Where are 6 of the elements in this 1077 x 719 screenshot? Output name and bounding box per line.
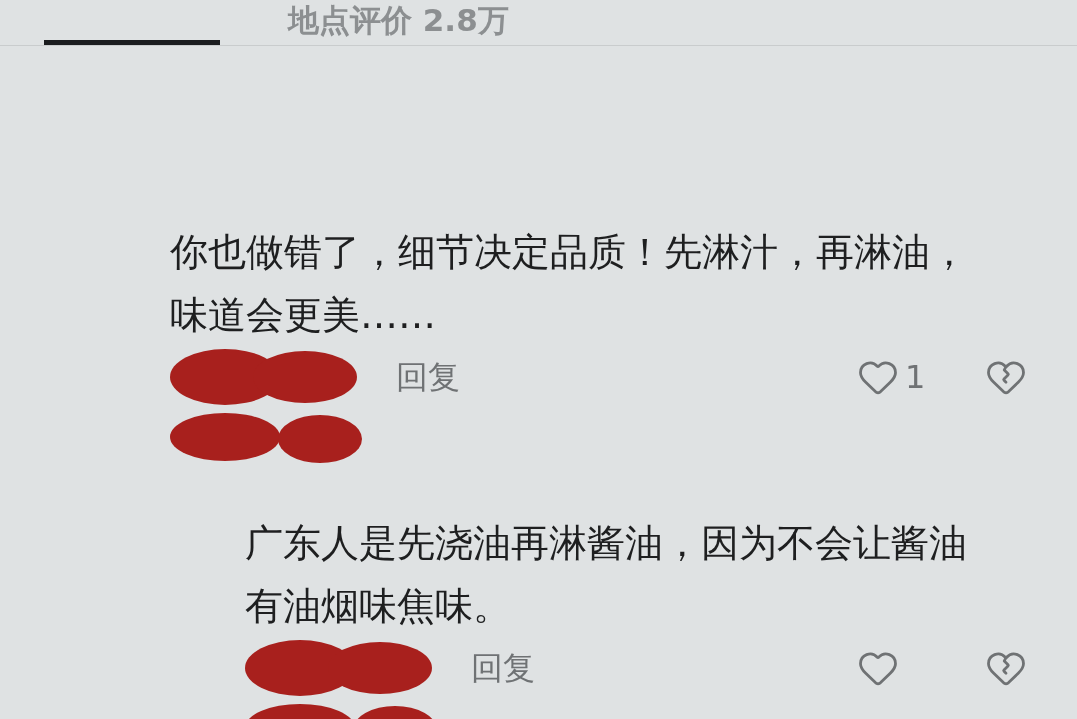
reply-link[interactable]: 回复 bbox=[396, 357, 460, 397]
like-count: 1 bbox=[905, 358, 927, 396]
comment-text: 广东人是先浇油再淋酱油，因为不会让酱油有油烟味焦味。 bbox=[245, 520, 968, 630]
tab-label[interactable]: 地点评价 2.8万 bbox=[288, 0, 1077, 40]
reply-link[interactable]: 回复 bbox=[471, 648, 535, 688]
comment-text: 你也做错了，细节决定品质！先淋汁，再淋油，味道会更美…… bbox=[170, 229, 969, 339]
